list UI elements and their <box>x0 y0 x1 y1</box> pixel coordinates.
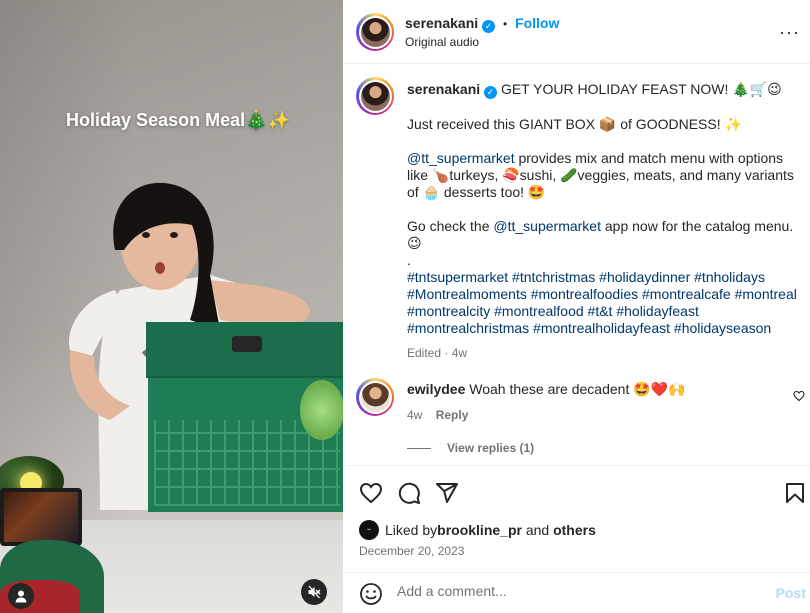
caption-line-1: GET YOUR HOLIDAY FEAST NOW! 🎄🛒😉 <box>500 81 782 97</box>
caption-username[interactable]: serenakani <box>407 81 480 97</box>
comment-meta: 4w Reply <box>407 408 468 422</box>
author-avatar[interactable] <box>356 13 394 51</box>
heart-icon[interactable] <box>359 481 383 505</box>
smiley-icon[interactable] <box>359 582 383 606</box>
post-date[interactable]: December 20, 2023 <box>359 544 464 558</box>
comment-text: Woah these are decadent 🤩❤️🙌 <box>469 381 686 397</box>
mention-link[interactable]: @tt_supermarket <box>493 218 601 234</box>
mention-link[interactable]: @tt_supermarket <box>407 150 515 166</box>
post-actions-section: ▪▪ Liked by brookline_pr and others Dece… <box>343 465 810 613</box>
likes-middle: and <box>521 522 554 538</box>
caption-author-avatar[interactable] <box>356 77 394 115</box>
view-replies-button[interactable]: View replies (1) <box>407 441 534 455</box>
likes-summary: ▪▪ Liked by brookline_pr and others <box>359 520 596 540</box>
add-comment-input[interactable] <box>397 583 757 599</box>
verified-badge-icon: ✓ <box>482 20 496 33</box>
send-icon[interactable] <box>435 481 459 505</box>
view-replies-label: View replies (1) <box>447 441 535 455</box>
caption-line-4-pre: Go check the <box>407 218 494 234</box>
add-comment-bar: Post <box>343 572 810 613</box>
caption-hashtags[interactable]: #tntsupermarket #tntchristmas #holidaydi… <box>407 269 803 337</box>
liker-avatar[interactable]: ▪▪ <box>359 520 379 540</box>
caption-dot: . <box>407 252 411 268</box>
video-box-handle <box>232 336 262 352</box>
reel-video[interactable]: Holiday Season Meal🎄✨ <box>0 0 343 613</box>
caption-meta: Edited · 4w <box>407 346 468 360</box>
reply-button[interactable]: Reply <box>436 408 469 422</box>
more-options-icon[interactable]: ··· <box>779 22 800 43</box>
speaker-muted-icon <box>308 585 321 599</box>
post-details-panel: serenakani ✓ • Follow Original audio ···… <box>343 0 810 613</box>
commenter-avatar[interactable] <box>356 378 394 416</box>
person-icon <box>15 590 27 603</box>
likes-prefix: Liked by <box>385 522 438 538</box>
comment-icon[interactable] <box>397 481 421 505</box>
commenter-username[interactable]: ewilydee <box>407 381 465 397</box>
liker-username[interactable]: brookline_pr <box>437 522 522 538</box>
header-separator: • <box>502 17 508 31</box>
post-caption: serenakani ✓ GET YOUR HOLIDAY FEAST NOW!… <box>407 81 803 362</box>
video-overlay-title: Holiday Season Meal🎄✨ <box>66 110 290 130</box>
verified-badge-icon: ✓ <box>484 86 498 99</box>
post-comment-button[interactable]: Post <box>776 585 806 601</box>
caption-line-2: Just received this GIANT BOX 📦 of GOODNE… <box>407 116 742 132</box>
bookmark-icon[interactable] <box>783 481 807 505</box>
video-box-ribbon <box>300 380 343 440</box>
comment-like-icon[interactable] <box>793 390 805 402</box>
author-username[interactable]: serenakani <box>405 15 478 31</box>
caption-paragraph-4: Go check the @tt_supermarket app now for… <box>407 218 803 252</box>
comment-item: ewilydee Woah these are decadent 🤩❤️🙌 <box>407 381 787 398</box>
post-header: serenakani ✓ • Follow Original audio ··· <box>343 0 810 64</box>
comment-age: 4w <box>407 408 423 422</box>
mute-toggle-button[interactable] <box>301 579 327 605</box>
likes-others-link[interactable]: others <box>553 522 596 538</box>
tagged-users-button[interactable] <box>8 583 34 609</box>
follow-button[interactable]: Follow <box>515 15 559 31</box>
caption-paragraph-3: @tt_supermarket provides mix and match m… <box>407 150 803 201</box>
audio-label[interactable]: Original audio <box>405 35 479 49</box>
comments-scroll-area[interactable]: serenakani ✓ GET YOUR HOLIDAY FEAST NOW!… <box>343 65 810 465</box>
replies-divider <box>407 447 431 449</box>
